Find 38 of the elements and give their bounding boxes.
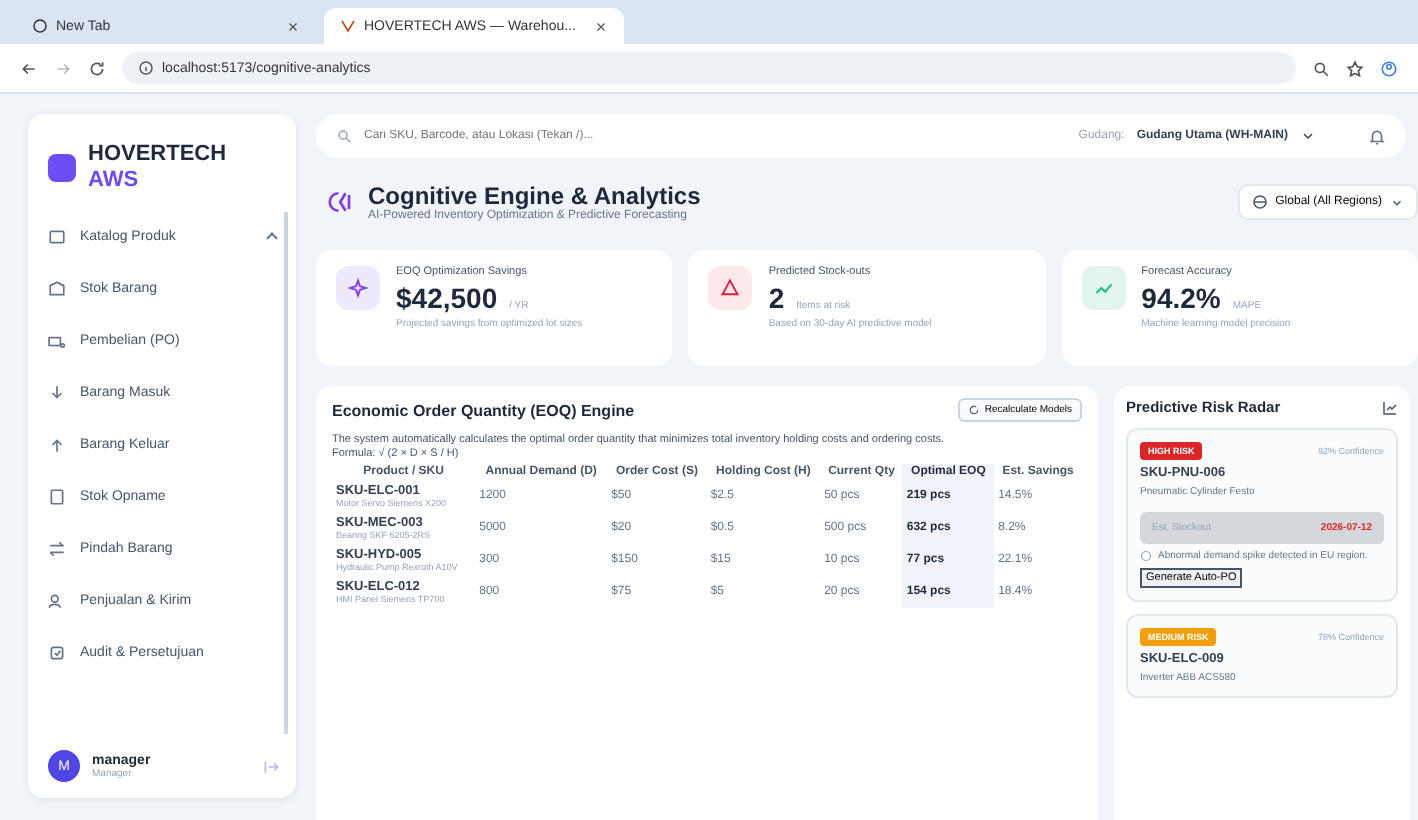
menu-item-icon xyxy=(48,228,66,246)
menu-item-icon xyxy=(48,332,66,350)
profile-icon xyxy=(1380,59,1398,77)
menu-item-icon xyxy=(48,488,66,506)
brand-name: HOVERTECH xyxy=(88,142,227,168)
stat-value: 94.2% xyxy=(1141,282,1221,314)
alert-icon xyxy=(1140,550,1152,562)
panel-title: Economic Order Quantity (EOQ) Engine xyxy=(332,401,635,419)
back-icon xyxy=(20,59,38,77)
warning-icon xyxy=(720,278,741,298)
forward-icon xyxy=(54,59,72,77)
menu-item-icon xyxy=(48,436,66,454)
menu-item-icon xyxy=(48,384,66,402)
stat-value: 2 xyxy=(768,282,785,314)
logo-icon xyxy=(340,18,356,34)
chevron-icon xyxy=(1300,128,1316,144)
stat-value: $42,500 xyxy=(396,282,498,314)
sparkle-icon xyxy=(348,278,368,298)
menu-item-icon xyxy=(48,592,66,610)
logo-icon xyxy=(48,153,76,181)
menu-item-icon xyxy=(48,540,66,558)
chart-icon xyxy=(1382,399,1398,415)
info-icon xyxy=(138,60,154,76)
brand-subtitle: AWS xyxy=(88,168,141,192)
logout-icon xyxy=(262,757,280,775)
page-title: Cognitive Engine & Analytics xyxy=(368,182,703,210)
refresh-icon xyxy=(968,404,981,416)
close-icon xyxy=(286,19,300,33)
search-icon xyxy=(336,128,352,144)
search-icon xyxy=(1312,59,1330,77)
close-icon xyxy=(594,19,608,33)
star-icon xyxy=(1346,59,1364,77)
reload-icon xyxy=(88,59,106,77)
chevron-icon xyxy=(1390,195,1404,209)
trend-icon xyxy=(1093,278,1114,298)
menu-item-icon xyxy=(48,280,66,298)
menu-item-icon xyxy=(48,644,66,662)
bell-icon xyxy=(1368,127,1386,145)
